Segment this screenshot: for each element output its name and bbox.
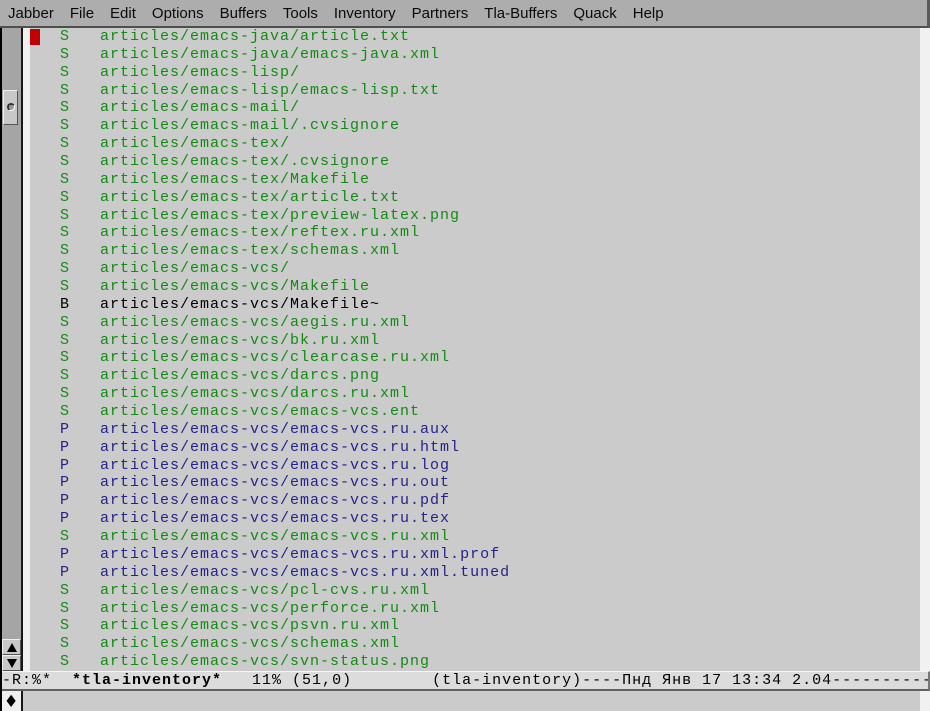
inventory-line[interactable]: S articles/emacs-java/article.txt	[30, 28, 920, 46]
buffer-name-label: *tla-inventory*	[72, 672, 222, 689]
inventory-line[interactable]: S articles/emacs-vcs/bk.ru.xml	[30, 332, 920, 350]
inventory-line[interactable]: S articles/emacs-tex/reftex.ru.xml	[30, 224, 920, 242]
inventory-line[interactable]: S articles/emacs-tex/article.txt	[30, 189, 920, 207]
inventory-line[interactable]: S articles/emacs-vcs/aegis.ru.xml	[30, 314, 920, 332]
inventory-line[interactable]: S articles/emacs-vcs/psvn.ru.xml	[30, 617, 920, 635]
inventory-line[interactable]: S articles/emacs-vcs/svn-status.png	[30, 653, 920, 671]
diamond-icon: ◆	[7, 693, 16, 709]
menu-item-partners[interactable]: Partners	[404, 5, 477, 22]
inventory-line[interactable]: S articles/emacs-vcs/pcl-cvs.ru.xml	[30, 582, 920, 600]
content-row: S articles/emacs-java/article.txt S arti…	[2, 28, 930, 671]
menu-item-buffers[interactable]: Buffers	[212, 5, 275, 22]
inventory-line[interactable]: S articles/emacs-vcs/Makefile	[30, 278, 920, 296]
inventory-line[interactable]: S articles/emacs-tex/	[30, 135, 920, 153]
left-fringe	[23, 28, 30, 671]
inventory-line[interactable]: S articles/emacs-vcs/emacs-vcs.ent	[30, 403, 920, 421]
inventory-line[interactable]: S articles/emacs-vcs/	[30, 260, 920, 278]
vertical-scrollbar[interactable]	[2, 28, 23, 671]
inventory-line[interactable]: S articles/emacs-tex/preview-latex.png	[30, 207, 920, 225]
menu-item-quack[interactable]: Quack	[565, 5, 624, 22]
inventory-line[interactable]: S articles/emacs-tex/schemas.xml	[30, 242, 920, 260]
modeline-prefix: -R:%*	[2, 672, 72, 689]
inventory-line[interactable]: P articles/emacs-vcs/emacs-vcs.ru.aux	[30, 421, 920, 439]
inventory-line[interactable]: P articles/emacs-vcs/emacs-vcs.ru.out	[30, 474, 920, 492]
menu-item-edit[interactable]: Edit	[102, 5, 144, 22]
inventory-line[interactable]: S articles/emacs-mail/.cvsignore	[30, 117, 920, 135]
inventory-line[interactable]: S articles/emacs-tex/Makefile	[30, 171, 920, 189]
text-cursor	[30, 29, 40, 45]
modeline-suffix: 11% (51,0) (tla-inventory)----Пнд Янв 17…	[222, 672, 930, 689]
inventory-list: S articles/emacs-java/article.txt S arti…	[30, 28, 920, 671]
menu-item-file[interactable]: File	[62, 5, 102, 22]
inventory-line[interactable]: S articles/emacs-lisp/emacs-lisp.txt	[30, 82, 920, 100]
inventory-line[interactable]: S articles/emacs-mail/	[30, 99, 920, 117]
mode-line[interactable]: -R:%* *tla-inventory* 11% (51,0) (tla-in…	[2, 671, 930, 691]
inventory-line[interactable]: S articles/emacs-vcs/darcs.png	[30, 367, 920, 385]
minibuffer-right-fringe	[920, 691, 930, 711]
menu-item-help[interactable]: Help	[625, 5, 672, 22]
right-fringe	[920, 28, 930, 671]
inventory-line[interactable]: P articles/emacs-vcs/emacs-vcs.ru.xml.tu…	[30, 564, 920, 582]
minibuffer-row: ◆	[2, 691, 930, 711]
frame-body: S articles/emacs-java/article.txt S arti…	[0, 28, 930, 711]
menu-item-inventory[interactable]: Inventory	[326, 5, 404, 22]
inventory-line[interactable]: S articles/emacs-lisp/	[30, 64, 920, 82]
inventory-line[interactable]: P articles/emacs-vcs/emacs-vcs.ru.html	[30, 439, 920, 457]
inventory-line[interactable]: P articles/emacs-vcs/emacs-vcs.ru.tex	[30, 510, 920, 528]
inventory-line[interactable]: P articles/emacs-vcs/emacs-vcs.ru.xml.pr…	[30, 546, 920, 564]
menu-item-options[interactable]: Options	[144, 5, 212, 22]
inventory-line[interactable]: P articles/emacs-vcs/emacs-vcs.ru.pdf	[30, 492, 920, 510]
down-arrow-icon	[7, 659, 17, 668]
emacs-frame: JabberFileEditOptionsBuffersToolsInvento…	[0, 0, 930, 711]
up-arrow-icon	[7, 643, 17, 652]
scrollbar-track[interactable]	[2, 28, 21, 639]
minibuffer[interactable]	[23, 691, 920, 711]
inventory-line[interactable]: S articles/emacs-vcs/darcs.ru.xml	[30, 385, 920, 403]
menu-item-tools[interactable]: Tools	[275, 5, 326, 22]
inventory-line[interactable]: B articles/emacs-vcs/Makefile~	[30, 296, 920, 314]
inventory-line[interactable]: S articles/emacs-tex/.cvsignore	[30, 153, 920, 171]
scrollbar-thumb[interactable]	[3, 90, 18, 125]
inventory-line[interactable]: S articles/emacs-java/emacs-java.xml	[30, 46, 920, 64]
inventory-line[interactable]: S articles/emacs-vcs/schemas.xml	[30, 635, 920, 653]
minibuffer-gutter: ◆	[2, 691, 23, 711]
menu-item-tla-buffers[interactable]: Tla-Buffers	[476, 5, 565, 22]
inventory-line[interactable]: S articles/emacs-vcs/perforce.ru.xml	[30, 600, 920, 618]
inventory-line[interactable]: P articles/emacs-vcs/emacs-vcs.ru.log	[30, 457, 920, 475]
inventory-line[interactable]: S articles/emacs-vcs/emacs-vcs.ru.xml	[30, 528, 920, 546]
inventory-line[interactable]: S articles/emacs-vcs/clearcase.ru.xml	[30, 349, 920, 367]
scrollbar-dimple-icon	[7, 103, 15, 111]
menu-item-jabber[interactable]: Jabber	[0, 5, 62, 22]
buffer-text-area[interactable]: S articles/emacs-java/article.txt S arti…	[30, 28, 920, 671]
menu-bar: JabberFileEditOptionsBuffersToolsInvento…	[0, 0, 930, 28]
scroll-up-button[interactable]	[2, 639, 21, 655]
scroll-down-button[interactable]	[2, 655, 21, 671]
